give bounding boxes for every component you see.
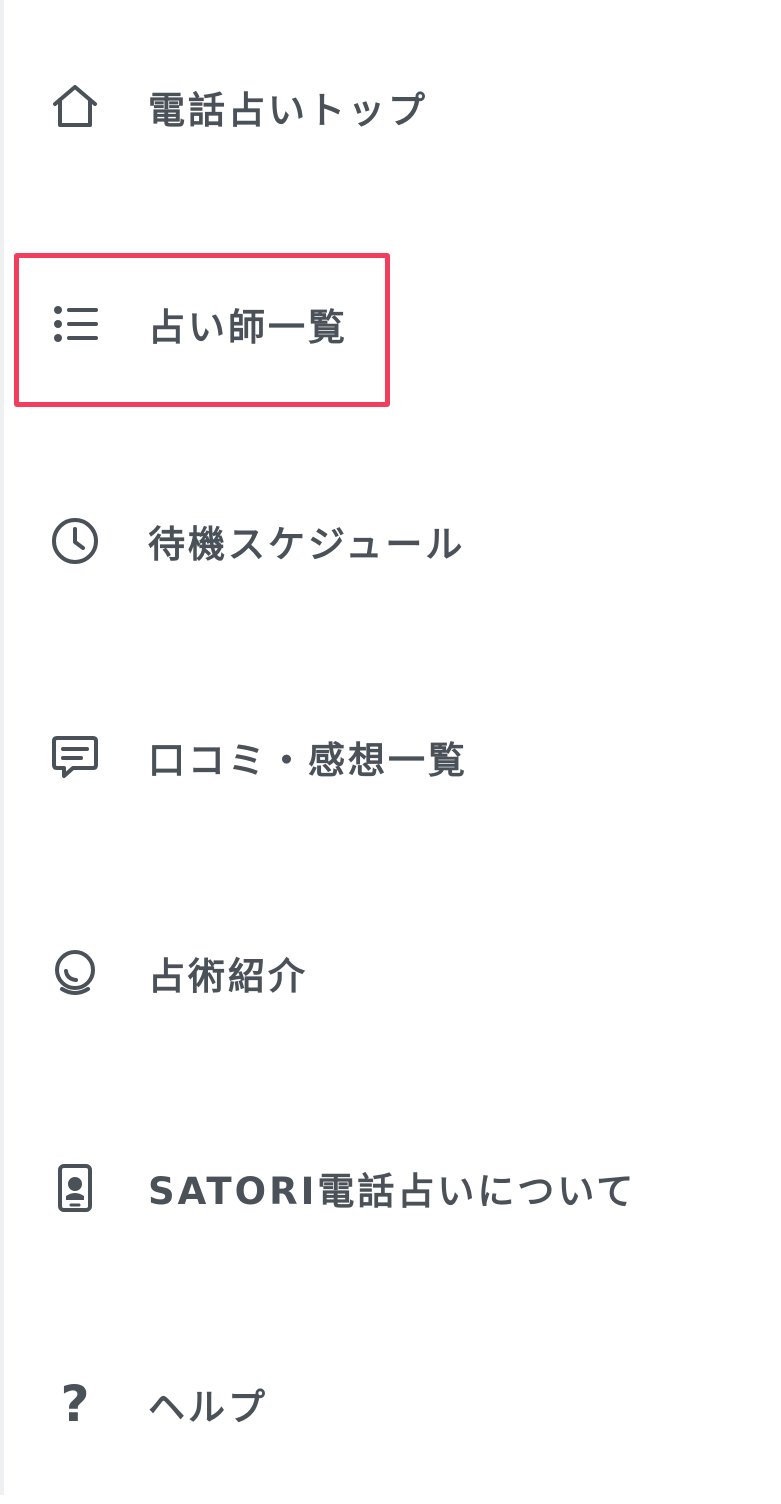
clock-icon <box>47 513 103 569</box>
menu-item-label: 口コミ・感想一覧 <box>148 739 468 782</box>
menu-item-standby-schedule[interactable]: 待機スケジュール <box>0 441 781 641</box>
menu-item-reviews-list[interactable]: 口コミ・感想一覧 <box>0 657 781 857</box>
menu-item-phone-fortune-top[interactable]: 電話占いトップ <box>0 7 781 207</box>
menu-item-about-satori[interactable]: SATORI電話占いについて <box>0 1088 781 1288</box>
menu-item-label: SATORI電話占いについて <box>148 1170 637 1213</box>
phone-device-icon <box>47 1160 103 1216</box>
chat-bubble-icon <box>47 729 103 785</box>
menu-item-divination-methods[interactable]: 占術紹介 <box>0 873 781 1073</box>
menu-item-label: ヘルプ <box>148 1386 268 1429</box>
menu-item-label: 占い師一覧 <box>148 306 348 349</box>
menu-item-help[interactable]: ? ヘルプ <box>0 1304 781 1504</box>
menu-item-label: 待機スケジュール <box>148 523 466 566</box>
menu-item-label: 占術紹介 <box>148 955 308 998</box>
menu-item-label: 電話占いトップ <box>148 89 428 132</box>
menu-item-fortune-teller-list[interactable]: 占い師一覧 <box>0 224 781 424</box>
crystal-ball-icon <box>47 945 103 1001</box>
home-icon <box>47 79 103 135</box>
list-icon <box>47 296 103 352</box>
help-icon: ? <box>60 1375 90 1433</box>
